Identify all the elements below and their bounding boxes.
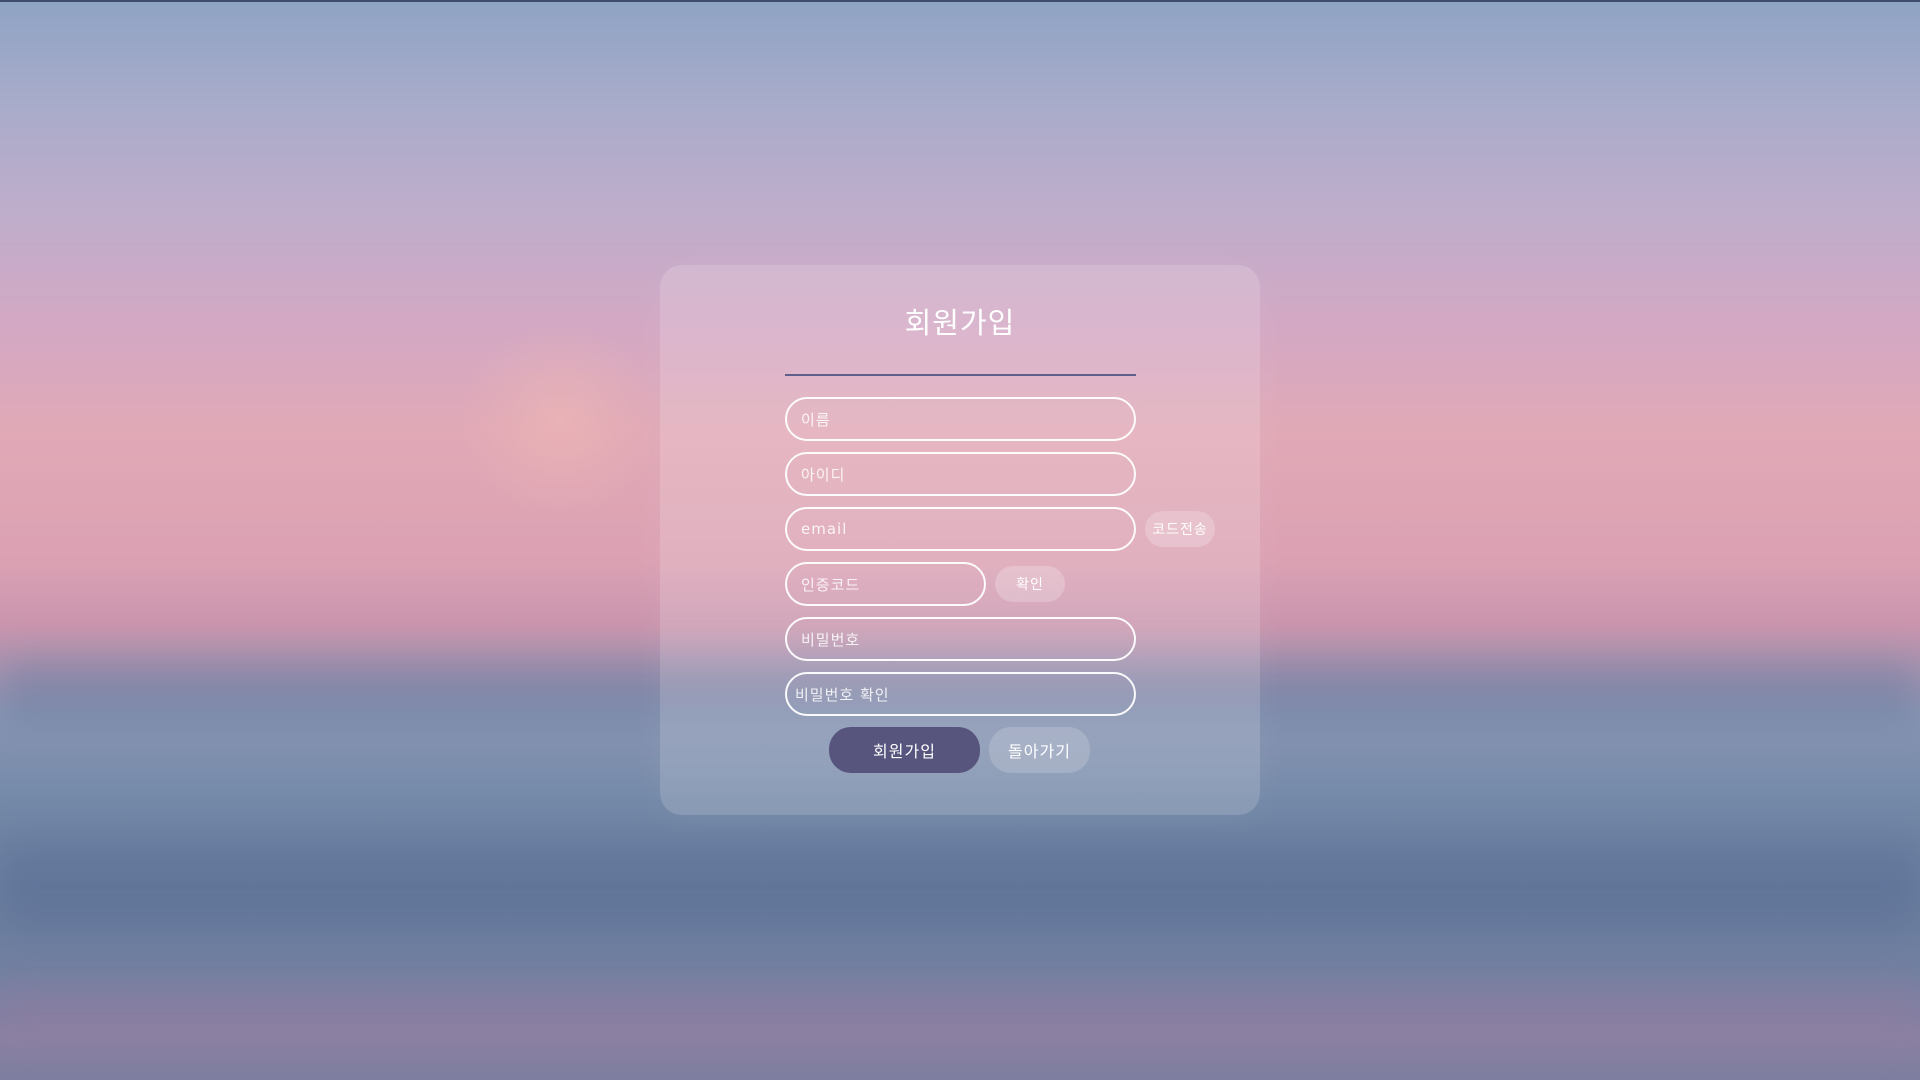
name-placeholder: 이름 [801, 410, 831, 429]
verification-code-input[interactable]: 인증코드 [785, 562, 986, 606]
email-input[interactable]: email [785, 507, 1136, 551]
back-button[interactable]: 돌아가기 [989, 727, 1090, 773]
email-placeholder: email [801, 520, 848, 538]
password-confirm-input[interactable]: 비밀번호 확인 [785, 672, 1136, 716]
password-placeholder: 비밀번호 [801, 630, 861, 649]
title-divider [785, 374, 1136, 376]
password-input[interactable]: 비밀번호 [785, 617, 1136, 661]
background-glow [460, 320, 660, 520]
name-input[interactable]: 이름 [785, 397, 1136, 441]
verification-code-placeholder: 인증코드 [801, 575, 861, 594]
signup-button[interactable]: 회원가입 [829, 727, 980, 773]
password-confirm-placeholder: 비밀번호 확인 [795, 685, 890, 704]
top-border [0, 0, 1920, 2]
page-title: 회원가입 [904, 306, 1016, 340]
background-cloud-band-bottom [0, 980, 1920, 1050]
id-input[interactable]: 아이디 [785, 452, 1136, 496]
confirm-code-button[interactable]: 확인 [995, 566, 1065, 602]
id-placeholder: 아이디 [801, 465, 846, 484]
send-code-button[interactable]: 코드전송 [1145, 511, 1215, 547]
background-cloud-band-lower [0, 840, 1920, 930]
